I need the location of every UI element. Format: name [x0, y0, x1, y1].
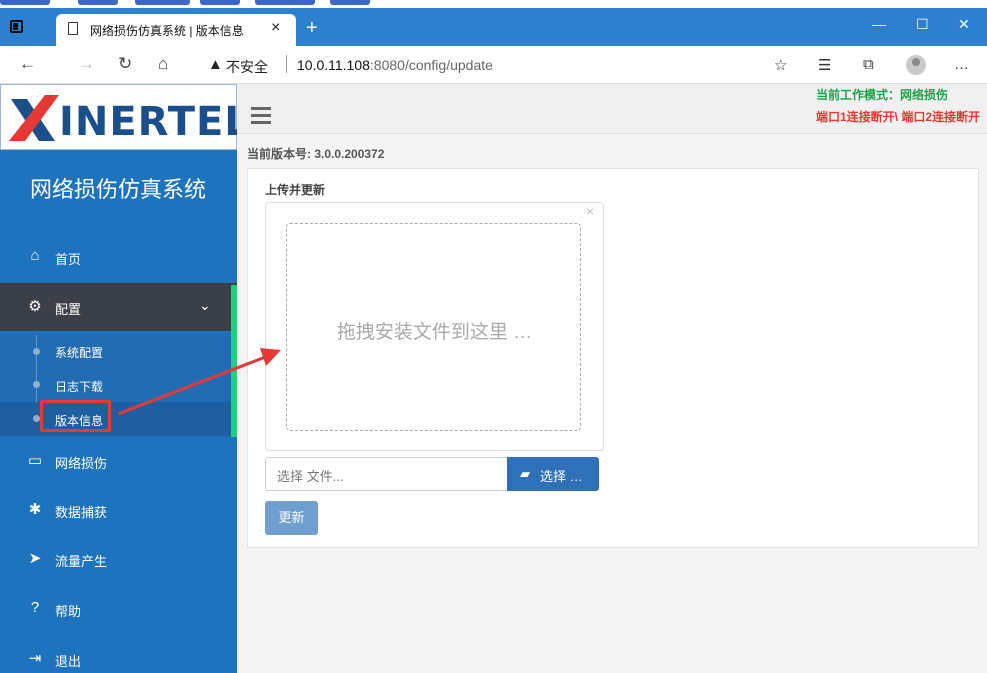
close-window-button[interactable]: ✕	[958, 16, 970, 33]
submenu-item-log-download[interactable]: 日志下载	[55, 378, 103, 395]
page-icon	[68, 22, 78, 35]
browse-button[interactable]: ▰ 选择 …	[507, 457, 599, 491]
update-button[interactable]: 更新	[265, 501, 318, 535]
logo-x-icon	[9, 95, 59, 141]
maximize-button[interactable]: ☐	[916, 16, 929, 33]
sidebar-item-home[interactable]: ⌂ 首页	[0, 233, 237, 281]
sidebar-item-label: 首页	[55, 252, 82, 267]
profile-avatar[interactable]	[906, 55, 926, 75]
sidebar-item-logout[interactable]: ⇥ 退出	[0, 635, 237, 673]
main-content: 当前版本号: 3.0.0.200372 上传并更新 × 拖拽安装文件到这里 … …	[237, 134, 987, 673]
app-header: 当前工作模式：网络损伤 端口1连接断开\ 端口2连接断开	[237, 84, 987, 134]
security-label[interactable]: 不安全	[226, 57, 268, 77]
home-button-icon[interactable]: ⌂	[158, 54, 168, 74]
current-version: 当前版本号: 3.0.0.200372	[247, 147, 385, 161]
submenu-dot	[33, 381, 40, 388]
sidebar-item-config[interactable]: ⚙ 配置 ⌄	[0, 283, 237, 331]
file-name-field[interactable]: 选择 文件...	[265, 457, 508, 491]
file-dropzone[interactable]: 拖拽安装文件到这里 …	[286, 223, 581, 431]
sidebar-item-label: 网络损伤	[55, 456, 108, 471]
sidebar-item-help[interactable]: ? 帮助	[0, 585, 237, 633]
sidebar-item-label: 帮助	[55, 604, 82, 619]
bug-icon: ✱	[28, 501, 42, 518]
clear-upload-icon[interactable]: ×	[586, 203, 594, 219]
submenu-item-system-config[interactable]: 系统配置	[55, 344, 103, 361]
url-field[interactable]: 10.0.11.108:8080/config/update	[297, 57, 493, 73]
work-mode-status: 当前工作模式：网络损伤	[816, 88, 949, 102]
url-host: 10.0.11.108	[297, 57, 370, 73]
submenu-dot	[33, 348, 40, 355]
new-tab-button[interactable]: +	[306, 18, 318, 38]
favorite-add-icon[interactable]: ☆	[774, 56, 787, 74]
sidebar-item-label: 流量产生	[55, 554, 108, 569]
folder-open-icon: ▰	[520, 466, 530, 481]
monitor-icon: ▭	[27, 452, 43, 469]
browser-tab[interactable]: 网络损伤仿真系统 | 版本信息 ×	[56, 14, 296, 46]
tab-actions-icon[interactable]	[10, 20, 23, 33]
sidebar-item-label: 退出	[55, 654, 82, 669]
sidebar-item-label: 数据捕获	[55, 505, 108, 520]
tab-title: 网络损伤仿真系统 | 版本信息	[90, 24, 244, 38]
logo: INERTEL	[0, 84, 250, 150]
highlight-box	[40, 400, 111, 432]
browse-label: 选择 …	[540, 469, 583, 484]
update-panel: 上传并更新 × 拖拽安装文件到这里 … 选择 文件... ▰ 选择 … 更新	[247, 168, 979, 548]
address-bar: ← → ↻ ⌂ ▲ 不安全 10.0.11.108:8080/config/up…	[0, 46, 987, 84]
more-icon[interactable]: …	[954, 56, 969, 73]
back-icon[interactable]: ←	[19, 54, 36, 74]
minimize-button[interactable]: —	[872, 16, 886, 32]
url-path: :8080/config/update	[369, 57, 493, 73]
favorites-icon[interactable]: ☰	[818, 56, 831, 74]
system-name: 网络损伤仿真系统	[30, 177, 207, 202]
question-icon: ?	[30, 599, 40, 616]
sidebar-item-data-capture[interactable]: ✱ 数据捕获	[0, 486, 237, 534]
panel-title: 上传并更新	[265, 183, 326, 197]
port-status: 端口1连接断开\ 端口2连接断开	[816, 110, 981, 124]
upload-card: × 拖拽安装文件到这里 …	[265, 202, 604, 451]
browser-window: 网络损伤仿真系统 | 版本信息 × + — ☐ ✕ ← → ↻ ⌂ ▲ 不安全 …	[0, 0, 987, 673]
url-divider	[286, 55, 287, 73]
warning-icon[interactable]: ▲	[208, 56, 223, 73]
reload-icon[interactable]: ↻	[118, 54, 132, 74]
logo-text: INERTEL	[59, 99, 251, 145]
chevron-down-icon: ⌄	[199, 297, 211, 313]
sidebar: INERTEL 网络损伤仿真系统 ⌂ 首页 ⚙ 配置 ⌄ 系统配置 日志下载 版…	[0, 84, 250, 673]
tab-close-button[interactable]: ×	[271, 19, 280, 37]
submenu-dot	[33, 415, 40, 422]
hamburger-menu-icon[interactable]	[251, 107, 271, 128]
dropzone-text: 拖拽安装文件到这里 …	[336, 322, 533, 343]
home-icon: ⌂	[30, 247, 40, 264]
sidebar-item-traffic-generation[interactable]: ➤ 流量产生	[0, 535, 237, 583]
top-strip	[0, 0, 987, 8]
title-bar: 网络损伤仿真系统 | 版本信息 × + — ☐ ✕	[0, 8, 987, 46]
sidebar-item-label: 配置	[55, 302, 82, 317]
collections-icon[interactable]: ⧉	[863, 56, 874, 73]
paper-plane-icon: ➤	[28, 550, 42, 567]
forward-icon[interactable]: →	[78, 54, 95, 74]
sign-out-icon: ⇥	[28, 650, 42, 667]
gear-icon: ⚙	[28, 298, 42, 315]
sidebar-item-network-impairment[interactable]: ▭ 网络损伤	[0, 437, 237, 485]
